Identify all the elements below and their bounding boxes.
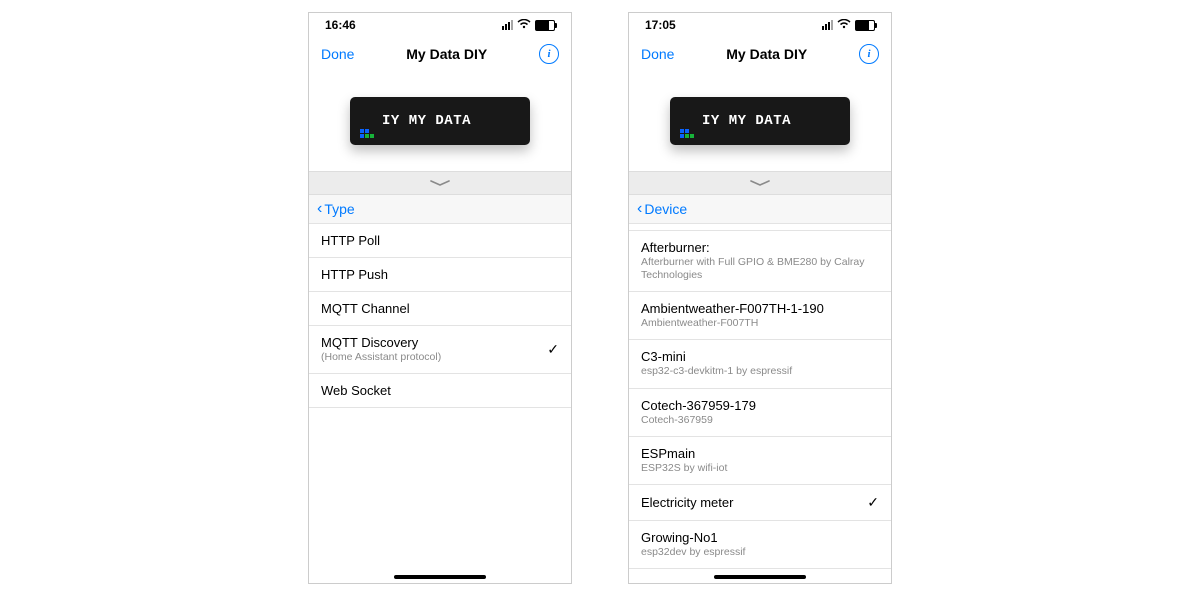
checkmark-icon: ✓	[867, 494, 879, 511]
status-bar: 17:05	[629, 13, 891, 37]
back-label: Device	[644, 201, 687, 217]
done-button[interactable]: Done	[321, 46, 354, 62]
list-item-sublabel: ESP32S by wifi-iot	[641, 462, 727, 475]
battery-icon	[855, 20, 875, 31]
wifi-icon	[837, 18, 851, 32]
device-hero: IY MY DATA	[629, 71, 891, 171]
collapse-handle[interactable]	[629, 171, 891, 195]
option-list[interactable]: HTTP Poll HTTP Push MQTT Channel MQTT Disco…	[309, 224, 571, 583]
home-indicator[interactable]	[394, 575, 486, 579]
list-item-label: C3-mini	[641, 349, 792, 364]
list-item[interactable]: HTTP Poll	[309, 224, 571, 258]
list-item-sublabel: esp32dev by espressif	[641, 546, 745, 559]
list-item[interactable]: Growing-No1esp32dev by espressif	[629, 521, 891, 569]
chevron-down-icon	[749, 174, 771, 192]
list-item-label: Electricity meter	[641, 495, 733, 510]
list-item-label: Afterburner:	[641, 240, 879, 255]
list-item[interactable]: Electricity meter ✓	[629, 485, 891, 521]
list-item[interactable]: Web Socket	[309, 374, 571, 408]
nav-bar: Done My Data DIY i	[629, 37, 891, 71]
list-item[interactable]: Afterburner:Afterburner with Full GPIO &…	[629, 231, 891, 292]
list-item-label: Growing-No1	[641, 530, 745, 545]
cellular-icon	[822, 20, 833, 30]
list-item-label: HTTP Poll	[321, 233, 380, 248]
chevron-left-icon: ‹	[317, 201, 322, 217]
info-icon[interactable]: i	[539, 44, 559, 64]
list-item-label: Ambientweather-F007TH-1-190	[641, 301, 824, 316]
done-button[interactable]: Done	[641, 46, 674, 62]
back-label: Type	[324, 201, 354, 217]
status-bar: 16:46	[309, 13, 571, 37]
status-time: 17:05	[645, 18, 676, 32]
list-item[interactable]: ESPmainESP32S by wifi-iot	[629, 437, 891, 485]
back-button[interactable]: ‹Device	[629, 195, 891, 224]
list-item[interactable]: MQTT Discovery(Home Assistant protocol) ✓	[309, 326, 571, 374]
list-item-label: ESPmain	[641, 446, 727, 461]
device-display-text: IY MY DATA	[382, 113, 471, 129]
wifi-icon	[517, 18, 531, 32]
checkmark-icon: ✓	[547, 341, 559, 358]
list-item[interactable]: Ambientweather-F007TH-1-190Ambientweathe…	[629, 292, 891, 340]
list-item[interactable]: MQTT Channel	[309, 292, 571, 326]
option-list[interactable]: Afterburner:Afterburner with Full GPIO &…	[629, 224, 891, 583]
list-item-sublabel: esp32-c3-devkitm-1 by espressif	[641, 365, 792, 378]
list-item-sublabel: Ambientweather-F007TH	[641, 317, 824, 330]
home-indicator[interactable]	[714, 575, 806, 579]
list-item-label: MQTT Channel	[321, 301, 410, 316]
list-item-sublabel: Afterburner with Full GPIO & BME280 by C…	[641, 256, 879, 282]
list-item[interactable]: HTTP Push	[309, 258, 571, 292]
nav-title: My Data DIY	[406, 46, 487, 62]
list-item[interactable]: Cotech-367959-179Cotech-367959	[629, 389, 891, 437]
info-icon[interactable]: i	[859, 44, 879, 64]
status-indicators	[822, 18, 875, 32]
status-time: 16:46	[325, 18, 356, 32]
back-button[interactable]: ‹Type	[309, 195, 571, 224]
list-item[interactable]	[629, 224, 891, 231]
device-image: IY MY DATA	[670, 97, 850, 145]
collapse-handle[interactable]	[309, 171, 571, 195]
list-item-label: HTTP Push	[321, 267, 388, 282]
list-item-sublabel: Cotech-367959	[641, 414, 756, 427]
list-item-label: Web Socket	[321, 383, 391, 398]
list-item-sublabel: (Home Assistant protocol)	[321, 351, 441, 364]
list-item-label: Cotech-367959-179	[641, 398, 756, 413]
list-item-label: MQTT Discovery	[321, 335, 441, 350]
chevron-left-icon: ‹	[637, 201, 642, 217]
nav-bar: Done My Data DIY i	[309, 37, 571, 71]
phone-screen: 17:05 Done My Data DIY i IY MY DATA ‹Device Af…	[628, 12, 892, 584]
chevron-down-icon	[429, 174, 451, 192]
cellular-icon	[502, 20, 513, 30]
battery-icon	[535, 20, 555, 31]
device-image: IY MY DATA	[350, 97, 530, 145]
nav-title: My Data DIY	[726, 46, 807, 62]
status-indicators	[502, 18, 555, 32]
list-item[interactable]: C3-miniesp32-c3-devkitm-1 by espressif	[629, 340, 891, 388]
device-hero: IY MY DATA	[309, 71, 571, 171]
phone-screen: 16:46DoneMy Data DIYiIY MY DATA‹TypeHTTP…	[308, 12, 572, 584]
device-display-text: IY MY DATA	[702, 113, 791, 129]
